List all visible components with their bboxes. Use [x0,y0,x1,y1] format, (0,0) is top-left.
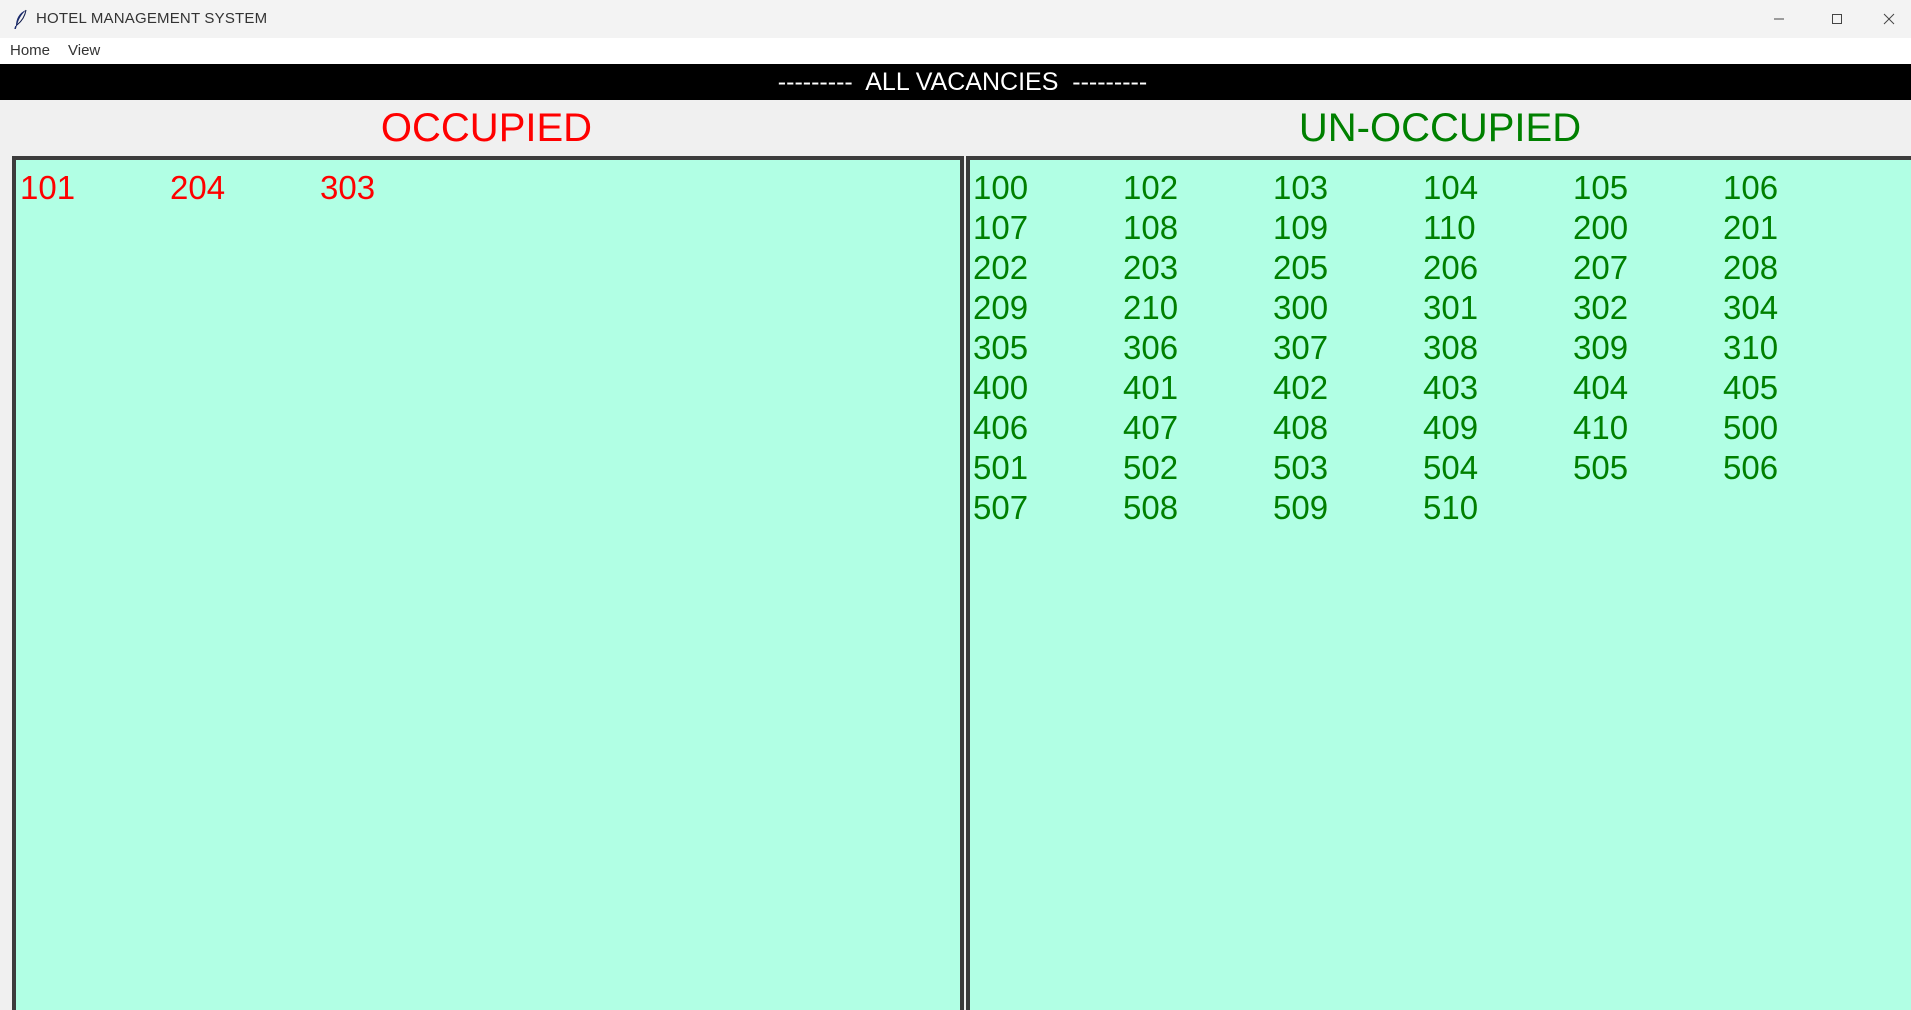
minimize-button[interactable] [1750,0,1808,38]
room-number: 509 [1273,489,1329,526]
unoccupied-rooms-panel: 100 102 103 104 105 106 107 108 109 110 200 201 202 2… [966,156,1911,1010]
room-number: 508 [1123,489,1179,526]
room-number: 502 [1123,449,1179,486]
room-number: 507 [973,489,1029,526]
room-number: 108 [1123,209,1179,246]
room-number: 500 [1723,409,1779,446]
room-number: 303 [320,169,376,206]
room-number: 406 [973,409,1029,446]
room-number: 405 [1723,369,1779,406]
room-number: 206 [1423,249,1479,286]
room-number: 105 [1573,169,1629,206]
room-number: 210 [1123,289,1179,326]
room-number: 310 [1723,329,1779,366]
room-number: 506 [1723,449,1779,486]
room-number: 409 [1423,409,1479,446]
room-number: 408 [1273,409,1329,446]
room-number: 407 [1123,409,1179,446]
room-number: 504 [1423,449,1479,486]
room-number: 203 [1123,249,1179,286]
maximize-icon [1832,14,1842,24]
vacancies-banner: --------- ALL VACANCIES --------- [0,64,1911,100]
room-number: 501 [973,449,1029,486]
app-window: HOTEL MANAGEMENT SYSTEM Home View ------… [0,0,1911,1010]
room-number: 301 [1423,289,1479,326]
room-number: 104 [1423,169,1479,206]
room-number: 309 [1573,329,1629,366]
room-number: 401 [1123,369,1179,406]
menu-home[interactable]: Home [10,42,50,59]
occupied-rooms-panel: 101 204 303 [12,156,964,1010]
room-number: 207 [1573,249,1629,286]
menu-view[interactable]: View [68,42,100,59]
window-title: HOTEL MANAGEMENT SYSTEM [36,10,268,27]
room-number: 209 [973,289,1029,326]
occupied-heading: OCCUPIED [380,106,593,150]
room-number: 300 [1273,289,1329,326]
title-bar[interactable]: HOTEL MANAGEMENT SYSTEM [0,0,1911,39]
room-number: 410 [1573,409,1629,446]
room-number: 402 [1273,369,1329,406]
minimize-icon [1774,18,1784,20]
room-number: 201 [1723,209,1779,246]
close-icon [1883,13,1894,25]
room-number: 404 [1573,369,1629,406]
room-number: 109 [1273,209,1329,246]
room-number: 102 [1123,169,1179,206]
unoccupied-heading: UN-OCCUPIED [1298,106,1582,150]
room-number: 306 [1123,329,1179,366]
room-number: 200 [1573,209,1629,246]
room-number: 106 [1723,169,1779,206]
room-number: 110 [1423,209,1476,246]
room-number: 403 [1423,369,1479,406]
maximize-button[interactable] [1808,0,1866,38]
banner-title: --------- ALL VACANCIES --------- [777,68,1148,96]
room-number: 205 [1273,249,1329,286]
room-number: 103 [1273,169,1329,206]
room-number: 503 [1273,449,1329,486]
room-number: 202 [973,249,1029,286]
room-number: 101 [20,169,76,206]
occupied-rooms-list: 101 204 303 [20,168,920,208]
room-number: 305 [973,329,1029,366]
close-button[interactable] [1866,0,1911,38]
room-number: 510 [1423,489,1479,526]
room-number: 307 [1273,329,1329,366]
room-number: 204 [170,169,226,206]
room-number: 400 [973,369,1029,406]
menu-bar: Home View [0,38,1911,64]
room-number: 107 [973,209,1029,246]
room-number: 308 [1423,329,1479,366]
unoccupied-rooms-list: 100 102 103 104 105 106 107 108 109 110 200 201 202 2… [973,168,1873,528]
room-number: 304 [1723,289,1779,326]
room-number: 100 [973,169,1029,206]
room-number: 208 [1723,249,1779,286]
room-number: 302 [1573,289,1629,326]
feather-icon [13,9,29,30]
room-number: 505 [1573,449,1629,486]
